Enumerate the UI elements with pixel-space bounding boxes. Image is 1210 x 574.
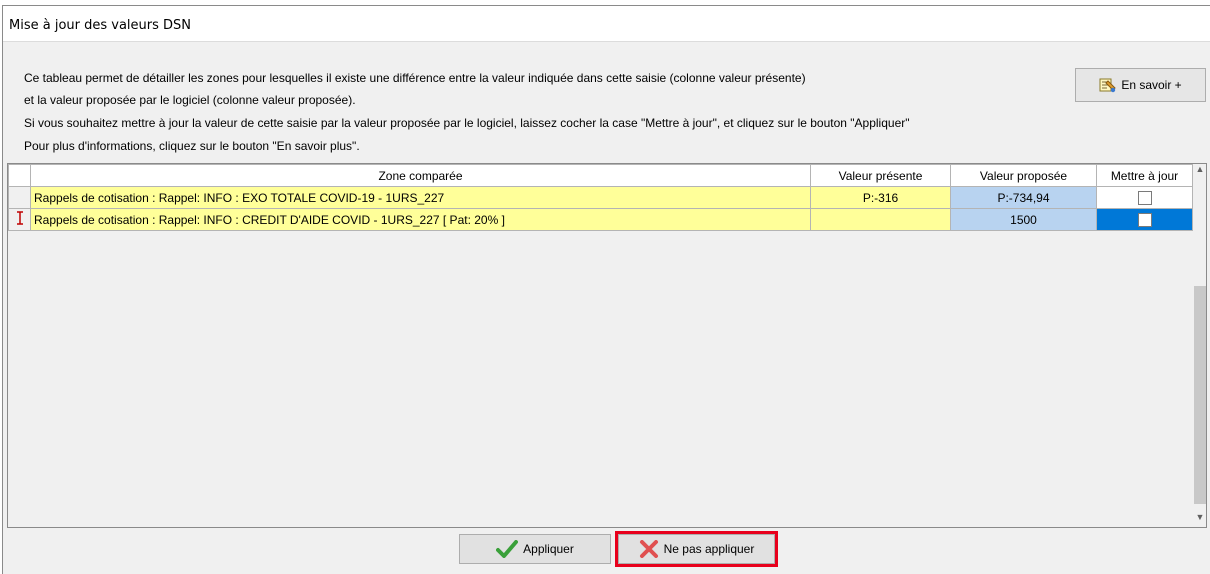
update-cell[interactable] <box>1096 186 1193 209</box>
proposed-value-cell[interactable]: P:-734,94 <box>950 186 1097 209</box>
update-checkbox[interactable] <box>1137 212 1152 227</box>
description-line-2: et la valeur proposée par le logiciel (c… <box>24 93 356 107</box>
update-cell[interactable] <box>1096 208 1193 231</box>
cancel-label: Ne pas appliquer <box>663 542 755 556</box>
text-cursor-icon <box>16 211 23 225</box>
cancel-button[interactable]: Ne pas appliquer <box>615 531 778 567</box>
table-header-row: Zone comparée Valeur présente Valeur pro… <box>8 164 1193 187</box>
comparison-table: Zone comparée Valeur présente Valeur pro… <box>8 164 1193 231</box>
check-icon <box>496 540 519 558</box>
row-indicator[interactable] <box>8 186 31 209</box>
title-bar: Mise à jour des valeurs DSN <box>3 6 1210 42</box>
table-row[interactable]: Rappels de cotisation : Rappel: INFO : E… <box>8 186 1193 209</box>
row-indicator-header <box>8 164 31 187</box>
proposed-value-cell[interactable]: 1500 <box>950 208 1097 231</box>
present-value-cell[interactable]: P:-316 <box>810 186 951 209</box>
red-x-icon <box>639 540 658 558</box>
zone-cell[interactable]: Rappels de cotisation : Rappel: INFO : C… <box>30 208 811 231</box>
notes-icon <box>1099 78 1117 93</box>
header-valeur-proposee[interactable]: Valeur proposée <box>950 164 1097 187</box>
scrollbar-thumb[interactable] <box>1194 286 1206 504</box>
description-line-1: Ce tableau permet de détailler les zones… <box>24 71 806 85</box>
header-zone-comparee[interactable]: Zone comparée <box>30 164 811 187</box>
apply-button[interactable]: Appliquer <box>459 534 611 564</box>
header-valeur-presente[interactable]: Valeur présente <box>810 164 951 187</box>
update-checkbox[interactable] <box>1137 190 1152 205</box>
window-title: Mise à jour des valeurs DSN <box>9 18 192 33</box>
description-line-3: Si vous souhaitez mettre à jour la valeu… <box>24 116 910 130</box>
header-mettre-a-jour[interactable]: Mettre à jour <box>1096 164 1193 187</box>
en-savoir-plus-label: En savoir + <box>1121 78 1182 92</box>
table-row[interactable]: Rappels de cotisation : Rappel: INFO : C… <box>8 208 1193 231</box>
vertical-scrollbar[interactable]: ▲ ▼ <box>1193 164 1206 527</box>
row-indicator[interactable] <box>8 208 31 231</box>
scroll-down-icon[interactable]: ▼ <box>1193 512 1206 522</box>
dialog-footer: Appliquer Ne pas appliquer <box>7 528 1208 568</box>
apply-label: Appliquer <box>523 542 574 556</box>
zone-cell[interactable]: Rappels de cotisation : Rappel: INFO : E… <box>30 186 811 209</box>
present-value-cell[interactable] <box>810 208 951 231</box>
en-savoir-plus-button[interactable]: En savoir + <box>1075 68 1206 102</box>
description-line-4: Pour plus d'informations, cliquez sur le… <box>24 139 360 153</box>
comparison-grid[interactable]: Zone comparée Valeur présente Valeur pro… <box>7 163 1207 528</box>
scroll-up-icon[interactable]: ▲ <box>1193 164 1206 174</box>
